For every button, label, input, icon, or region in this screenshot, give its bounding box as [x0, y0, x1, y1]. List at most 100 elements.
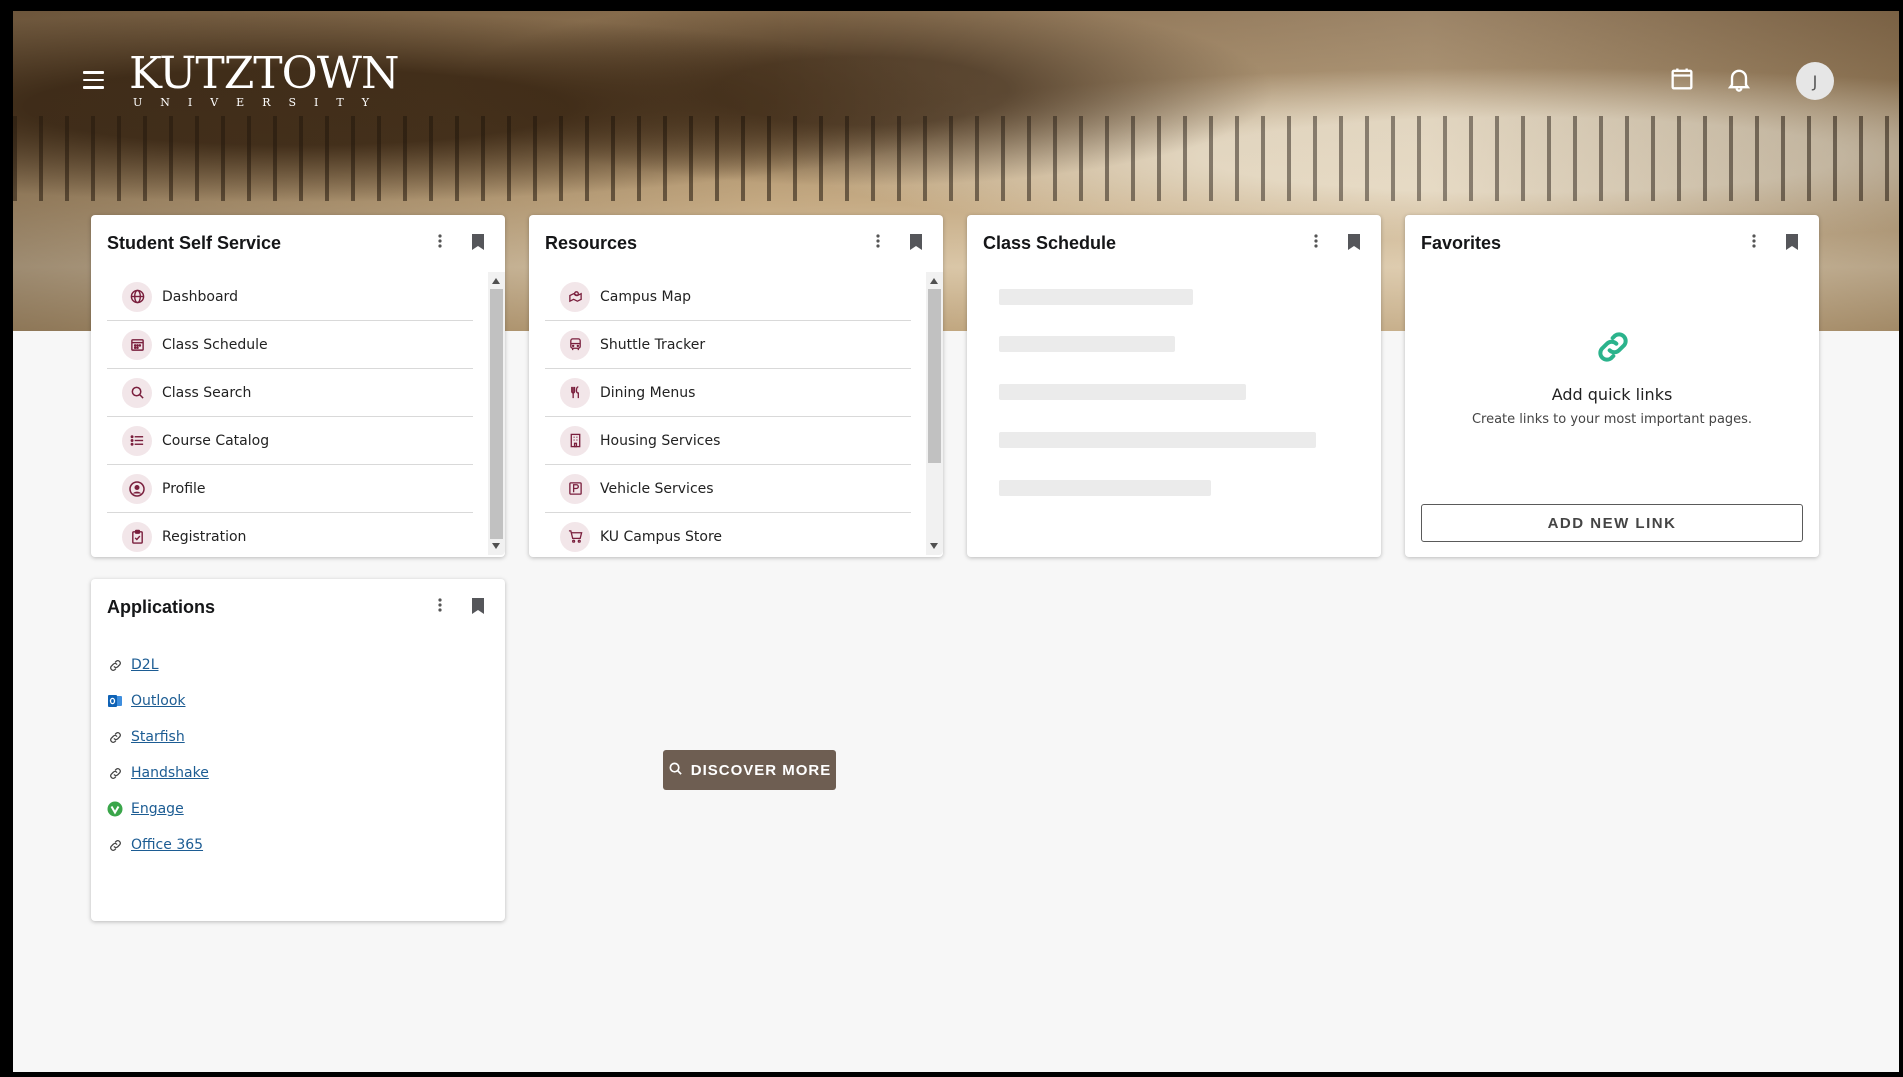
card-title: Resources	[545, 233, 638, 253]
scrollbar[interactable]	[926, 272, 943, 555]
building-icon	[560, 425, 590, 456]
logo-sub-text: UNIVERSITY	[133, 96, 387, 109]
link-icon	[107, 837, 123, 853]
loading-skeleton-line	[999, 480, 1211, 496]
app-link-office-365[interactable]: Office 365	[131, 837, 203, 853]
item-label: Shuttle Tracker	[600, 336, 706, 353]
bookmark-icon[interactable]	[1785, 233, 1799, 255]
self-service-list: Dashboard Class Schedule Class Search Co…	[107, 273, 473, 560]
outlook-icon	[107, 693, 123, 709]
item-label: Dashboard	[162, 288, 238, 305]
item-label: Course Catalog	[162, 432, 270, 449]
favorites-empty-description: Create links to your most important page…	[1471, 412, 1753, 427]
loading-skeleton-line	[999, 289, 1193, 305]
link-icon	[1593, 327, 1633, 371]
applications-card: Applications D2L Outlook Starfish Handsh…	[91, 579, 505, 921]
app-item-d2l: D2L	[107, 647, 209, 683]
app-item-office-365: Office 365	[107, 827, 209, 863]
more-options-icon[interactable]	[1313, 233, 1319, 253]
app-item-handshake: Handshake	[107, 755, 209, 791]
item-label: Housing Services	[600, 432, 721, 449]
item-label: Registration	[162, 528, 247, 545]
app-item-outlook: Outlook	[107, 683, 209, 719]
list-item-course-catalog[interactable]: Course Catalog	[107, 417, 473, 465]
clipboard-check-icon	[122, 521, 152, 552]
list-item-class-schedule[interactable]: Class Schedule	[107, 321, 473, 369]
list-item-profile[interactable]: Profile	[107, 465, 473, 513]
list-item-dashboard[interactable]: Dashboard	[107, 273, 473, 321]
list-item-class-search[interactable]: Class Search	[107, 369, 473, 417]
utensils-icon	[560, 377, 590, 408]
bookmark-icon[interactable]	[1347, 233, 1361, 255]
menu-button[interactable]	[83, 67, 109, 93]
list-item-campus-map[interactable]: Campus Map	[545, 273, 911, 321]
more-options-icon[interactable]	[437, 233, 443, 253]
notifications-bell-icon[interactable]	[1725, 65, 1753, 97]
resources-card: Resources Campus Map Shuttle Tracker Din…	[529, 215, 943, 557]
cart-icon	[560, 521, 590, 552]
app-link-engage[interactable]: Engage	[131, 801, 184, 817]
user-circle-icon	[122, 473, 152, 504]
add-new-link-button[interactable]: ADD NEW LINK	[1421, 504, 1803, 542]
student-self-service-card: Student Self Service Dashboard Class Sch…	[91, 215, 505, 557]
favorites-empty-title: Add quick links	[1551, 385, 1673, 404]
item-label: Dining Menus	[600, 384, 696, 401]
card-title: Student Self Service	[107, 233, 282, 253]
list-icon	[122, 425, 152, 456]
card-title: Favorites	[1421, 233, 1502, 253]
item-label: Class Schedule	[162, 336, 268, 353]
link-icon	[107, 657, 123, 673]
logo-main-text: KUTZTOWN	[129, 48, 399, 99]
app-link-outlook[interactable]: Outlook	[131, 693, 186, 709]
bus-icon	[560, 329, 590, 360]
class-schedule-card: Class Schedule	[967, 215, 1381, 557]
bookmark-icon[interactable]	[471, 597, 485, 619]
scroll-thumb[interactable]	[490, 289, 503, 539]
university-logo[interactable]: KUTZTOWN UNIVERSITY	[129, 48, 399, 109]
resources-list: Campus Map Shuttle Tracker Dining Menus …	[545, 273, 911, 560]
card-title: Class Schedule	[983, 233, 1117, 253]
app-item-engage: Engage	[107, 791, 209, 827]
item-label: KU Campus Store	[600, 528, 723, 545]
list-item-housing-services[interactable]: Housing Services	[545, 417, 911, 465]
bookmark-icon[interactable]	[471, 233, 485, 255]
scroll-thumb[interactable]	[928, 289, 941, 463]
item-label: Vehicle Services	[600, 480, 714, 497]
globe-icon	[122, 281, 152, 312]
parking-icon	[560, 473, 590, 504]
calendar-icon	[122, 329, 152, 360]
applications-list: D2L Outlook Starfish Handshake Engage Of…	[107, 647, 209, 863]
loading-skeleton-line	[999, 384, 1246, 400]
card-title: Applications	[107, 597, 216, 617]
user-avatar[interactable]: J	[1796, 62, 1834, 100]
app-link-d2l[interactable]: D2L	[131, 657, 159, 673]
loading-skeleton-line	[999, 336, 1175, 352]
search-icon	[122, 377, 152, 408]
more-options-icon[interactable]	[437, 597, 443, 617]
scroll-down-arrow[interactable]	[930, 543, 938, 549]
scroll-up-arrow[interactable]	[492, 278, 500, 284]
list-item-vehicle-services[interactable]: Vehicle Services	[545, 465, 911, 513]
discover-more-label: DISCOVER MORE	[690, 761, 832, 779]
app-link-starfish[interactable]: Starfish	[131, 729, 185, 745]
item-label: Profile	[162, 480, 206, 497]
app-link-handshake[interactable]: Handshake	[131, 765, 209, 781]
engage-icon	[107, 801, 123, 817]
more-options-icon[interactable]	[875, 233, 881, 253]
app-item-starfish: Starfish	[107, 719, 209, 755]
search-icon	[668, 761, 683, 780]
more-options-icon[interactable]	[1751, 233, 1757, 253]
list-item-dining-menus[interactable]: Dining Menus	[545, 369, 911, 417]
loading-skeleton-line	[999, 432, 1316, 448]
scrollbar[interactable]	[488, 272, 505, 555]
scroll-down-arrow[interactable]	[492, 543, 500, 549]
calendar-icon[interactable]	[1668, 65, 1696, 97]
link-icon	[107, 729, 123, 745]
scroll-up-arrow[interactable]	[930, 278, 938, 284]
bookmark-icon[interactable]	[909, 233, 923, 255]
list-item-shuttle-tracker[interactable]: Shuttle Tracker	[545, 321, 911, 369]
list-item-ku-campus-store[interactable]: KU Campus Store	[545, 513, 911, 560]
link-icon	[107, 765, 123, 781]
discover-more-button[interactable]: DISCOVER MORE	[663, 750, 836, 790]
list-item-registration[interactable]: Registration	[107, 513, 473, 560]
